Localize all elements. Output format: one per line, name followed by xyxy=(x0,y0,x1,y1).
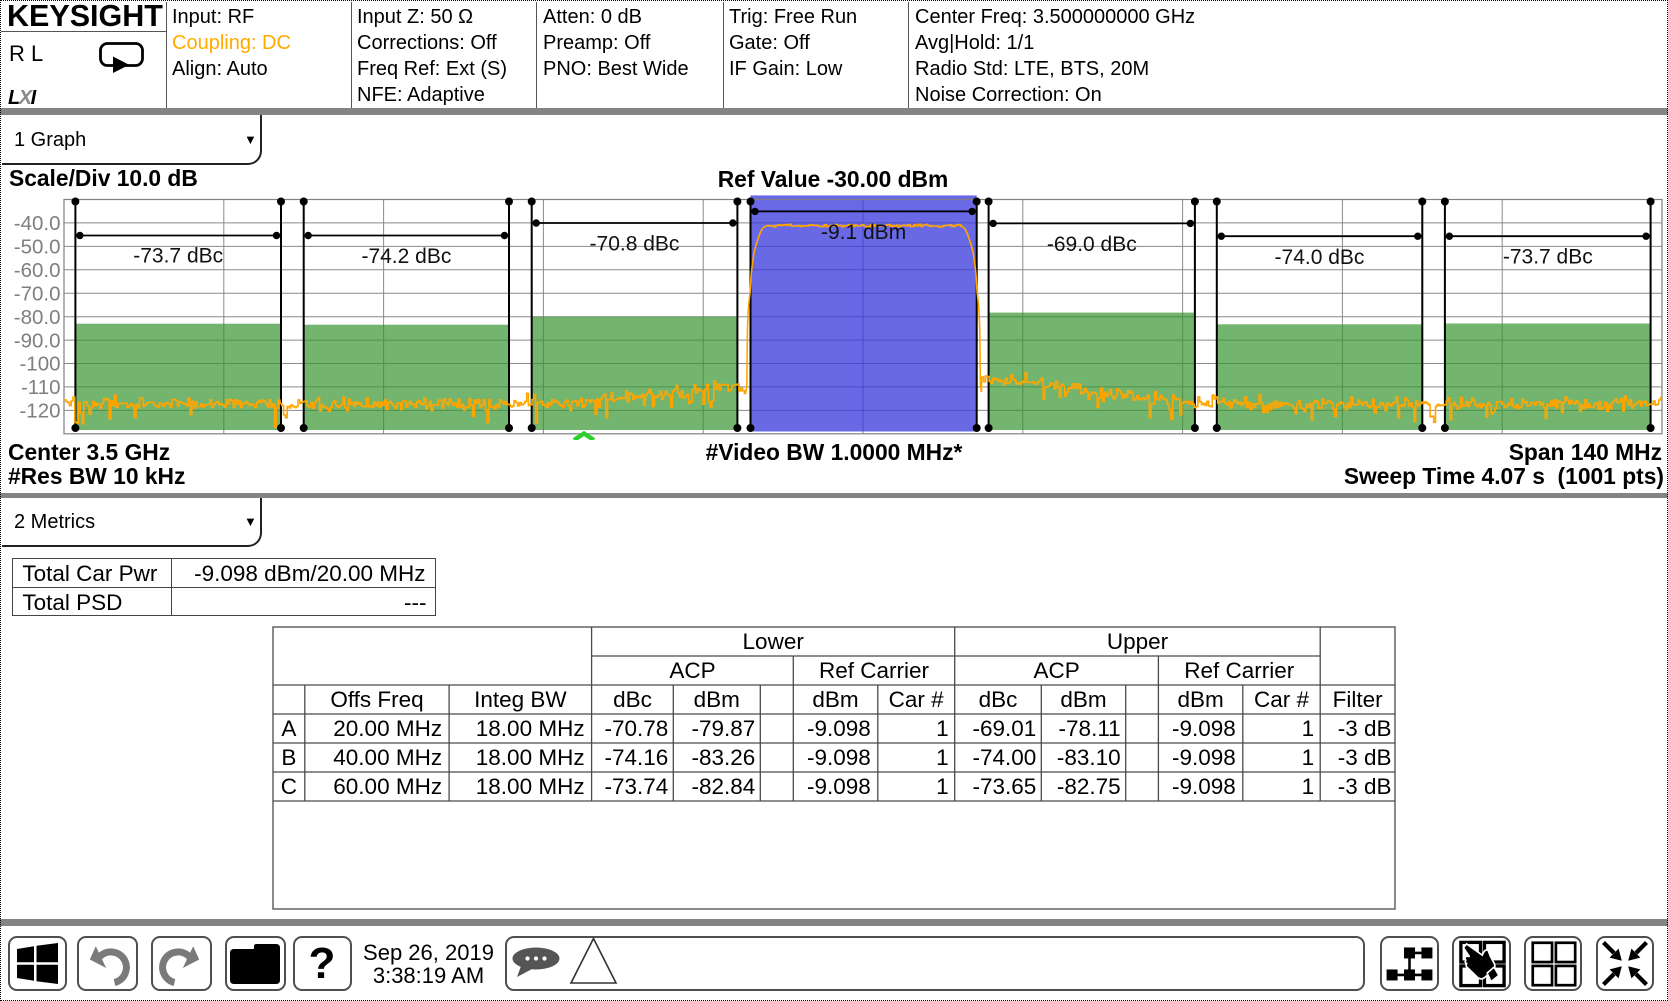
svg-text:-74.2 dBc: -74.2 dBc xyxy=(361,245,451,268)
svg-text:-50.0: -50.0 xyxy=(14,236,61,259)
svg-text:-3 dB: -3 dB xyxy=(1338,745,1392,770)
svg-text:-82.84: -82.84 xyxy=(691,774,755,799)
svg-text:dBc: dBc xyxy=(979,687,1018,712)
svg-text:18.00 MHz: 18.00 MHz xyxy=(476,716,585,741)
svg-text:-74.0 dBc: -74.0 dBc xyxy=(1275,246,1365,269)
svg-text:20.00 MHz: 20.00 MHz xyxy=(333,716,442,741)
svg-text:18.00 MHz: 18.00 MHz xyxy=(476,774,585,799)
svg-text:-9.098: -9.098 xyxy=(807,745,871,770)
svg-text:1: 1 xyxy=(936,774,949,799)
svg-text:-70.78: -70.78 xyxy=(604,716,668,741)
svg-text:18.00 MHz: 18.00 MHz xyxy=(476,745,585,770)
svg-text:-9.1 dBm: -9.1 dBm xyxy=(821,221,906,244)
svg-text:ACP: ACP xyxy=(1033,658,1079,683)
svg-text:A: A xyxy=(281,716,296,741)
svg-text:-83.10: -83.10 xyxy=(1057,745,1121,770)
svg-text:Filter: Filter xyxy=(1333,687,1384,712)
svg-text:-70.8 dBc: -70.8 dBc xyxy=(590,233,680,256)
svg-text:-73.7 dBc: -73.7 dBc xyxy=(1503,246,1593,269)
svg-text:-69.0 dBc: -69.0 dBc xyxy=(1047,233,1137,256)
svg-text:Ref Carrier: Ref Carrier xyxy=(1184,658,1295,683)
svg-text:-9.098: -9.098 xyxy=(807,716,871,741)
svg-text:Offs Freq: Offs Freq xyxy=(330,687,423,712)
svg-text:B: B xyxy=(281,745,296,770)
svg-text:-40.0: -40.0 xyxy=(14,212,61,235)
svg-text:-74.00: -74.00 xyxy=(972,745,1036,770)
svg-text:-60.0: -60.0 xyxy=(14,259,61,282)
svg-text:1: 1 xyxy=(936,716,949,741)
svg-text:-83.26: -83.26 xyxy=(691,745,755,770)
svg-text:-9.098: -9.098 xyxy=(1172,716,1236,741)
svg-text:dBm: dBm xyxy=(1060,687,1106,712)
svg-text:-78.11: -78.11 xyxy=(1059,716,1121,741)
svg-text:-100: -100 xyxy=(19,353,60,376)
svg-text:-74.16: -74.16 xyxy=(604,745,668,770)
svg-text:1: 1 xyxy=(1302,774,1315,799)
svg-text:C: C xyxy=(281,774,297,799)
svg-text:-79.87: -79.87 xyxy=(691,716,755,741)
svg-text:-9.098: -9.098 xyxy=(1172,745,1236,770)
svg-text:-110: -110 xyxy=(21,376,61,399)
svg-text:-90.0: -90.0 xyxy=(14,329,61,352)
svg-text:ACP: ACP xyxy=(669,658,715,683)
svg-text:-3 dB: -3 dB xyxy=(1338,774,1392,799)
svg-text:Lower: Lower xyxy=(743,629,805,654)
svg-text:1: 1 xyxy=(1302,745,1315,770)
svg-text:Upper: Upper xyxy=(1107,629,1169,654)
svg-text:-120: -120 xyxy=(19,400,60,423)
svg-text:-73.74: -73.74 xyxy=(604,774,668,799)
svg-text:dBm: dBm xyxy=(1177,687,1223,712)
svg-text:-73.65: -73.65 xyxy=(972,774,1036,799)
svg-text:-9.098: -9.098 xyxy=(1172,774,1236,799)
svg-text:Car #: Car # xyxy=(1254,687,1310,712)
svg-text:-80.0: -80.0 xyxy=(14,306,61,329)
svg-text:Ref Carrier: Ref Carrier xyxy=(819,658,930,683)
svg-text:40.00 MHz: 40.00 MHz xyxy=(333,745,442,770)
svg-text:60.00 MHz: 60.00 MHz xyxy=(333,774,442,799)
svg-text:1: 1 xyxy=(1302,716,1315,741)
svg-text:-69.01: -69.01 xyxy=(972,716,1036,741)
svg-text:Car #: Car # xyxy=(889,687,945,712)
svg-text:Integ BW: Integ BW xyxy=(474,687,567,712)
svg-text:-3 dB: -3 dB xyxy=(1338,716,1392,741)
svg-text:-82.75: -82.75 xyxy=(1057,774,1121,799)
svg-text:-73.7 dBc: -73.7 dBc xyxy=(133,245,223,268)
svg-text:1: 1 xyxy=(936,745,949,770)
svg-text:-70.0: -70.0 xyxy=(14,282,61,305)
svg-text:dBm: dBm xyxy=(694,687,740,712)
svg-text:-9.098: -9.098 xyxy=(807,774,871,799)
svg-text:dBc: dBc xyxy=(613,687,652,712)
svg-text:dBm: dBm xyxy=(812,687,858,712)
